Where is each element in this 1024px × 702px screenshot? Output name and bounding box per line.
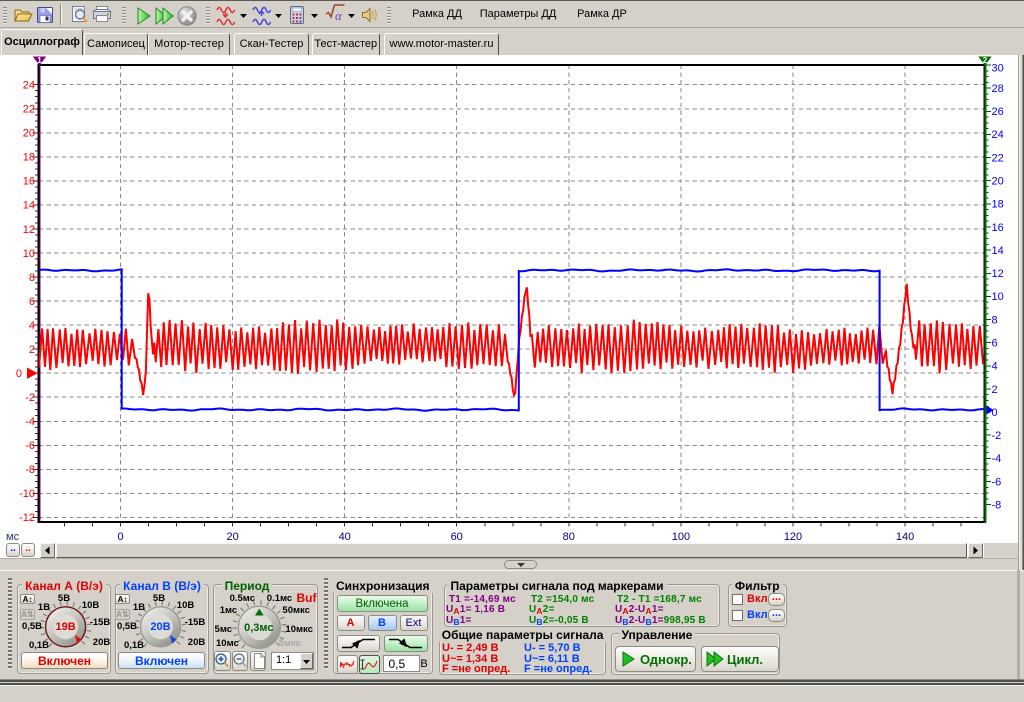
svg-text:100: 100 (672, 531, 690, 543)
svg-text:120: 120 (784, 531, 802, 543)
svg-text:10: 10 (23, 248, 35, 260)
svg-text:2: 2 (992, 384, 998, 396)
svg-text:-8: -8 (25, 464, 35, 476)
svg-text:8: 8 (29, 272, 35, 284)
svg-text:18: 18 (23, 152, 35, 164)
svg-text:-4: -4 (25, 416, 35, 428)
svg-text:мс: мс (6, 531, 20, 543)
svg-text:2: 2 (983, 56, 988, 65)
svg-text:24: 24 (23, 80, 35, 92)
svg-text:-6: -6 (992, 476, 1002, 488)
svg-text:4: 4 (992, 361, 998, 373)
svg-text:1: 1 (37, 56, 42, 65)
svg-text:10: 10 (992, 291, 1004, 303)
svg-text:4: 4 (29, 320, 35, 332)
svg-text:20: 20 (226, 531, 238, 543)
svg-text:26: 26 (992, 106, 1004, 118)
svg-text:140: 140 (896, 531, 914, 543)
svg-text:20: 20 (23, 128, 35, 140)
svg-text:0: 0 (117, 531, 123, 543)
svg-text:-2: -2 (25, 392, 35, 404)
svg-text:0: 0 (992, 407, 998, 419)
svg-text:16: 16 (992, 222, 1004, 234)
svg-text:28: 28 (992, 83, 1004, 95)
svg-text:80: 80 (563, 531, 575, 543)
svg-text:22: 22 (23, 104, 35, 116)
svg-text:-4: -4 (992, 453, 1002, 465)
svg-text:24: 24 (992, 129, 1004, 141)
svg-text:-6: -6 (25, 440, 35, 452)
svg-text:40: 40 (339, 531, 351, 543)
svg-text:16: 16 (23, 176, 35, 188)
svg-text:0: 0 (16, 368, 22, 380)
svg-text:8: 8 (992, 314, 998, 326)
svg-text:-12: -12 (19, 512, 35, 524)
svg-text:α: α (335, 8, 343, 23)
svg-text:6: 6 (29, 296, 35, 308)
svg-text:18: 18 (992, 199, 1004, 211)
svg-text:14: 14 (23, 200, 35, 212)
svg-text:6: 6 (992, 338, 998, 350)
svg-text:12: 12 (23, 224, 35, 236)
svg-text:-2: -2 (992, 430, 1002, 442)
svg-text:30: 30 (992, 63, 1004, 75)
svg-text:-8: -8 (992, 500, 1002, 512)
svg-text:14: 14 (992, 245, 1004, 257)
svg-text:20: 20 (992, 176, 1004, 188)
svg-text:60: 60 (451, 531, 463, 543)
svg-text:22: 22 (992, 152, 1004, 164)
svg-text:2: 2 (29, 344, 35, 356)
svg-text:12: 12 (992, 268, 1004, 280)
svg-text:-10: -10 (19, 488, 35, 500)
